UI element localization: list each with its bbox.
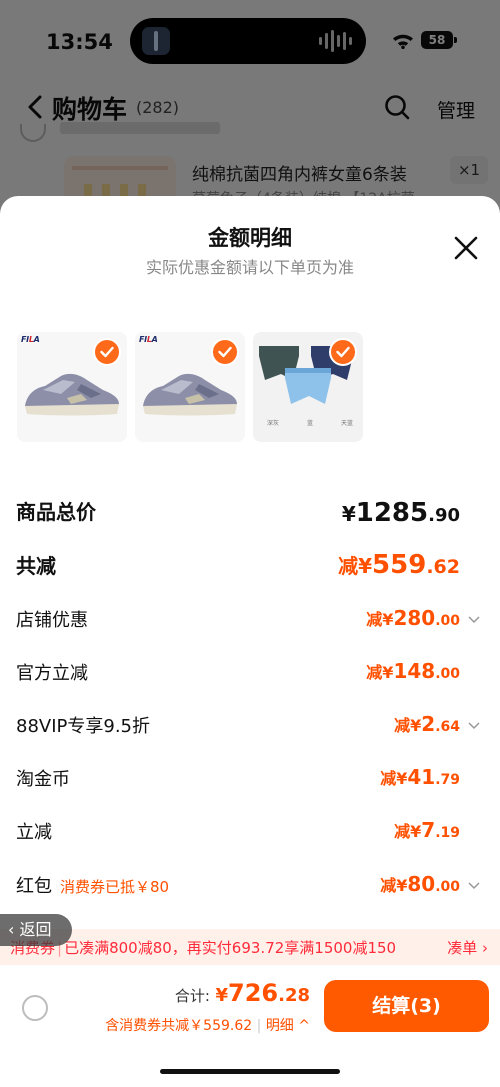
chevron-up-icon: ^: [298, 1018, 310, 1034]
back-button[interactable]: ‹ 返回: [0, 914, 72, 946]
total-reduction-label: 共减: [16, 554, 56, 578]
total-price-value: ¥1285.90: [341, 498, 460, 528]
total-reduction-value: 减¥559.62: [338, 550, 460, 580]
product-thumb-shoe-2[interactable]: FILA: [135, 332, 245, 442]
chevron-down-icon[interactable]: [468, 616, 480, 624]
checkout-bar: 合计: ¥726.28 含消费券共减￥559.62 | 明细 ^ 结算(3): [0, 965, 500, 1087]
discount-label: 官方立减: [16, 663, 88, 684]
discount-value: 减¥280.00: [366, 606, 460, 630]
back-arrow-icon: ‹: [8, 920, 20, 939]
coupon-note: 消费券已抵￥80: [60, 878, 170, 896]
sneaker-image: [143, 373, 237, 416]
discount-value: 减¥7.19: [394, 818, 460, 842]
total-price-label: 商品总价: [16, 500, 96, 524]
fila-logo: FILA: [21, 335, 40, 344]
discount-label: 店铺优惠: [16, 610, 88, 631]
detail-toggle[interactable]: 明细 ^: [266, 1018, 310, 1034]
selected-products: FILA FILA 深灰 蓝 天蓝: [17, 332, 363, 442]
chevron-down-icon[interactable]: [468, 882, 480, 890]
discount-value: 减¥80.00: [380, 872, 460, 896]
select-all-checkbox[interactable]: [22, 995, 48, 1021]
sneaker-image: [25, 373, 119, 416]
discount-label: 88VIP专享9.5折: [16, 716, 151, 737]
sheet-subtitle: 实际优惠金额请以下单页为准: [145, 258, 354, 277]
back-button-label: 返回: [19, 920, 52, 939]
discount-value: 减¥2.64: [394, 712, 460, 736]
product-thumb-shoe-1[interactable]: FILA: [17, 332, 127, 442]
amount-detail-sheet: 金额明细 实际优惠金额请以下单页为准 FILA FILA 深灰 蓝 天蓝 商品总…: [0, 196, 500, 1087]
color-label: 深灰: [267, 420, 280, 427]
product-thumb-underwear[interactable]: 深灰 蓝 天蓝: [253, 332, 363, 442]
promo-message: 已凑满800减80，再实付693.72享满1500减150: [64, 939, 397, 957]
add-more-link[interactable]: 凑单 ›: [447, 937, 488, 958]
discount-label: 立减: [16, 822, 52, 843]
discount-value: 减¥148.00: [366, 659, 460, 683]
discount-summary: 含消费券共减￥559.62 | 明细 ^: [105, 1018, 310, 1034]
discount-label: 红包 消费券已抵￥80: [16, 876, 170, 897]
home-indicator: [160, 1069, 340, 1074]
color-label: 蓝: [306, 420, 313, 427]
color-labels: 深灰 蓝 天蓝: [267, 418, 353, 427]
fila-logo: FILA: [139, 335, 158, 344]
checked-icon[interactable]: [211, 338, 239, 366]
color-label: 天蓝: [340, 420, 353, 427]
sum-total: 合计: ¥726.28: [174, 979, 310, 1007]
close-icon[interactable]: [454, 236, 478, 260]
checkout-button[interactable]: 结算(3): [324, 980, 489, 1032]
discount-label: 淘金币: [16, 769, 70, 790]
checked-icon[interactable]: [329, 338, 357, 366]
sheet-title: 金额明细: [208, 226, 292, 250]
promo-strip[interactable]: 消费券 | 已凑满800减80，再实付693.72享满1500减150 凑单 ›: [0, 929, 500, 965]
checked-icon[interactable]: [93, 338, 121, 366]
chevron-down-icon[interactable]: [468, 722, 480, 730]
discount-value: 减¥41.79: [380, 765, 460, 789]
